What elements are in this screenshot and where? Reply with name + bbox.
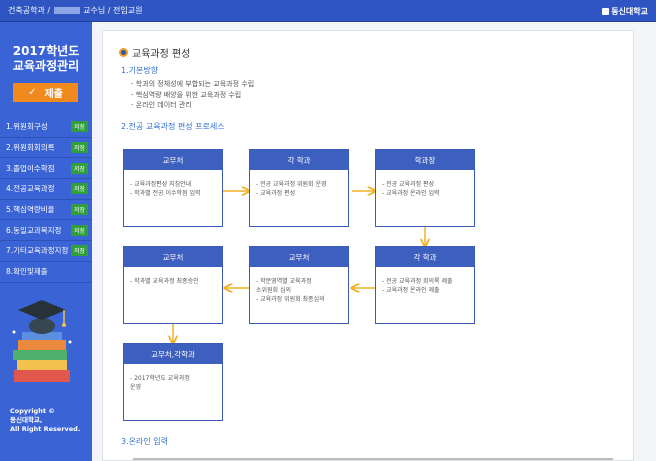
sidebar-item-committee[interactable]: 1.위원회구성 저장: [0, 117, 92, 138]
breadcrumb-department: 건축공학과 /: [8, 6, 51, 15]
sidebar-item-equivalent-courses[interactable]: 6.동일교과목지정 저장: [0, 220, 92, 242]
save-badge: 저장: [70, 224, 88, 236]
content-panel: 교육과정 편성 1.기본방향 - 학과의 정체성에 부합되는 교육과정 수립 -…: [102, 30, 634, 461]
save-badge: 저장: [70, 204, 88, 216]
sidebar-item-minutes[interactable]: 2.위원회회의록 저장: [0, 138, 92, 159]
check-icon: ✓: [28, 87, 37, 98]
process-box-departments: 각 학과 - 전공 교육과정 위원회 운영 - 교육과정 편성: [249, 149, 349, 227]
divider: [133, 458, 613, 460]
section-online-input-title: 3.온라인 입력: [121, 437, 168, 446]
graduation-books-illustration: [12, 300, 72, 382]
sidebar: 2017학년도 교육과정관리 ✓ 제출 1.위원회구성 저장 2.위원회회의록 저장…: [0, 22, 92, 461]
university-logo: 동신대학교: [602, 6, 648, 17]
process-box-review: 교무처 - 학문영역별 교육과정 소위원회 심의 - 교육과정 위원회 최종심의: [249, 246, 349, 324]
process-box-department-head: 학과장 - 전공 교육과정 편성 - 교육과정 온라인 입력: [375, 149, 475, 227]
save-badge: 저장: [70, 121, 88, 133]
process-box-operation: 교무처,각학과 - 2017학년도 교육과정 운영: [123, 343, 223, 421]
sidebar-item-competency-ratio[interactable]: 5.핵심역량비율 저장: [0, 200, 92, 221]
save-badge: 저장: [70, 183, 88, 195]
sidebar-item-other-curriculum[interactable]: 7.기타교육과정지정 저장: [0, 241, 92, 262]
sidebar-item-confirm-submit[interactable]: 8.확인및제출: [0, 262, 92, 283]
top-bar: 건축공학과 / 교수님 / 전임교원 동신대학교: [0, 0, 656, 22]
breadcrumb-role: 교수님 / 전임교원: [83, 6, 143, 15]
sidebar-title: 2017학년도 교육과정관리: [12, 44, 80, 73]
save-badge: 저장: [70, 162, 88, 174]
save-badge: 저장: [70, 142, 88, 154]
sidebar-item-major-curriculum[interactable]: 4.전공교육과정 저장: [0, 179, 92, 200]
redacted-name: [53, 7, 80, 14]
main-area: 교육과정 편성 1.기본방향 - 학과의 정체성에 부합되는 교육과정 수립 -…: [92, 22, 656, 461]
process-box-academic-affairs: 교무처 - 교육과정편성 지침안내 - 학과별 전공 이수학점 입력: [123, 149, 223, 227]
sidebar-item-graduation-credits[interactable]: 3.졸업이수학점 저장: [0, 158, 92, 180]
process-box-departments-submit: 각 학과 - 전공 교육과정 회의록 제출 - 교육과정 온라인 제출: [375, 246, 475, 324]
submit-label: 제출: [44, 89, 63, 100]
copyright: Copyright © 동신대학교, All Right Reserved.: [10, 407, 81, 433]
save-badge: 저장: [70, 245, 88, 257]
submit-button[interactable]: ✓ 제출: [13, 83, 78, 102]
breadcrumb: 건축공학과 / 교수님 / 전임교원: [8, 5, 142, 16]
process-box-final-approval: 교무처 - 학과별 교육과정 최종승인: [123, 246, 223, 324]
sidebar-menu: 1.위원회구성 저장 2.위원회회의록 저장 3.졸업이수학점 저장 4.전공교육과정…: [0, 117, 92, 283]
logo-icon: [602, 8, 610, 15]
